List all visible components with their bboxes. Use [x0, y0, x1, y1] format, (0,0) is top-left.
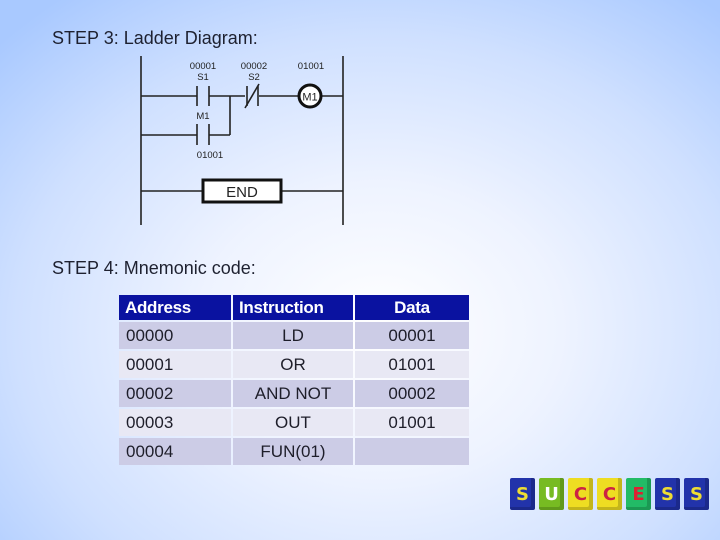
- success-cubes-image: S U C C E S S: [510, 478, 710, 530]
- letter-cube: E: [626, 478, 651, 510]
- contact-s2-label: S2: [248, 72, 260, 83]
- cell-data: 00001: [355, 322, 469, 349]
- coil-address: 01001: [298, 61, 324, 72]
- coil-label: M1: [302, 92, 317, 104]
- step4-title: STEP 4: Mnemonic code:: [52, 258, 256, 278]
- contact-s2-address: 00002: [241, 61, 267, 72]
- letter-cube: S: [655, 478, 680, 510]
- header-data: Data: [355, 295, 469, 320]
- table-row: 00001 OR 01001: [119, 351, 469, 378]
- cell-data: 00002: [355, 380, 469, 407]
- cell-instruction: OUT: [233, 409, 353, 436]
- header-address: Address: [119, 295, 231, 320]
- cell-address: 00001: [119, 351, 231, 378]
- letter-cube: U: [539, 478, 564, 510]
- table-row: 00000 LD 00001: [119, 322, 469, 349]
- contact-m1: [196, 124, 210, 145]
- cell-address: 00002: [119, 380, 231, 407]
- contact-s1-label: S1: [197, 72, 209, 83]
- cell-data: 01001: [355, 351, 469, 378]
- cell-data: [355, 438, 469, 465]
- contact-s1: [196, 86, 210, 106]
- contact-m1-address: 01001: [197, 150, 223, 161]
- table-header-row: Address Instruction Data: [119, 295, 469, 320]
- cell-instruction: OR: [233, 351, 353, 378]
- letter-cube: S: [684, 478, 709, 510]
- ladder-diagram: M1 END 00001 S1 00002 S2 01001 M1 01001: [140, 56, 344, 225]
- table-row: 00004 FUN(01): [119, 438, 469, 465]
- end-label: END: [226, 184, 258, 201]
- contact-m1-label: M1: [196, 111, 209, 122]
- header-instruction: Instruction: [233, 295, 353, 320]
- cell-address: 00003: [119, 409, 231, 436]
- letter-cube: S: [510, 478, 535, 510]
- cell-address: 00004: [119, 438, 231, 465]
- cell-instruction: AND NOT: [233, 380, 353, 407]
- table-row: 00002 AND NOT 00002: [119, 380, 469, 407]
- cell-data: 01001: [355, 409, 469, 436]
- letter-cube: C: [568, 478, 593, 510]
- mnemonic-table: Address Instruction Data 00000 LD 00001 …: [117, 293, 471, 467]
- letter-cube: C: [597, 478, 622, 510]
- cell-address: 00000: [119, 322, 231, 349]
- contact-s2: [244, 83, 260, 109]
- contact-s1-address: 00001: [190, 61, 216, 72]
- cell-instruction: FUN(01): [233, 438, 353, 465]
- table-row: 00003 OUT 01001: [119, 409, 469, 436]
- cell-instruction: LD: [233, 322, 353, 349]
